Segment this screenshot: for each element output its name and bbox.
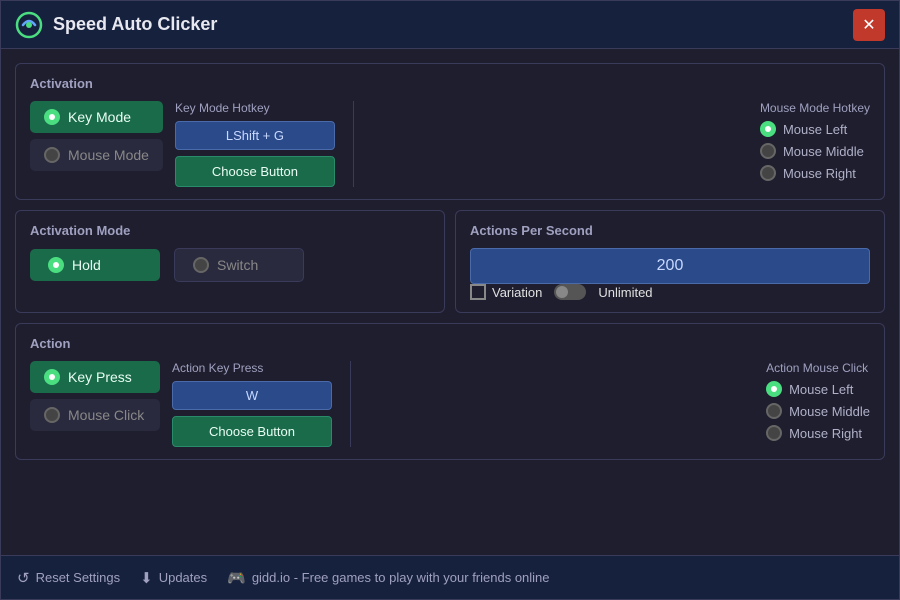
action-key-input[interactable]: W: [172, 381, 332, 410]
unlimited-toggle[interactable]: [554, 284, 586, 300]
app-window: Speed Auto Clicker ✕ Activation Key Mode…: [0, 0, 900, 600]
mouse-middle-radio: [760, 143, 776, 159]
action-mouse-right-option[interactable]: Mouse Right: [766, 425, 870, 441]
key-press-button[interactable]: Key Press: [30, 361, 160, 393]
switch-button[interactable]: Switch: [174, 248, 304, 282]
activation-row: Key Mode Mouse Mode Key Mode Hotkey LShi…: [30, 101, 870, 187]
window-title: Speed Auto Clicker: [53, 14, 853, 35]
mouse-click-button[interactable]: Mouse Click: [30, 399, 160, 431]
aps-input[interactable]: 200: [470, 248, 870, 284]
divider: [353, 101, 354, 187]
key-mode-hotkey-input[interactable]: LShift + G: [175, 121, 335, 150]
app-icon: [15, 11, 43, 39]
hold-radio: [48, 257, 64, 273]
key-press-radio: [44, 369, 60, 385]
action-mouse-middle-option[interactable]: Mouse Middle: [766, 403, 870, 419]
mouse-middle-option[interactable]: Mouse Middle: [760, 143, 870, 159]
mouse-mode-button[interactable]: Mouse Mode: [30, 139, 163, 171]
activation-section: Activation Key Mode Mouse Mode Key Mode …: [15, 63, 885, 200]
hold-button[interactable]: Hold: [30, 249, 160, 281]
action-row: Key Press Mouse Click Action Key Press W…: [30, 361, 870, 447]
mouse-mode-hotkey-section: Mouse Mode Hotkey Mouse Left Mouse Middl…: [760, 101, 870, 181]
footer: ↺ Reset Settings ⬇ Updates 🎮 gidd.io - F…: [1, 555, 899, 599]
variation-checkbox[interactable]: [470, 284, 486, 300]
activation-modes: Key Mode Mouse Mode: [30, 101, 163, 171]
reset-icon: ↺: [17, 569, 30, 587]
key-mode-choose-button[interactable]: Choose Button: [175, 156, 335, 187]
variation-checkbox-wrap[interactable]: Variation: [470, 284, 542, 300]
activation-mode-section: Activation Mode Hold Switch: [15, 210, 445, 313]
activation-title: Activation: [30, 76, 870, 91]
gidd-link[interactable]: 🎮 gidd.io - Free games to play with your…: [227, 569, 549, 587]
mouse-left-radio: [760, 121, 776, 137]
mouse-left-option[interactable]: Mouse Left: [760, 121, 870, 137]
key-mode-radio: [44, 109, 60, 125]
close-button[interactable]: ✕: [853, 9, 885, 41]
aps-options: Variation Unlimited: [470, 284, 870, 300]
key-mode-button[interactable]: Key Mode: [30, 101, 163, 133]
updates-icon: ⬇: [140, 569, 153, 587]
action-mouse-left-option[interactable]: Mouse Left: [766, 381, 870, 397]
divider2: [350, 361, 351, 447]
aps-section: Actions Per Second 200 Variation Unlimit…: [455, 210, 885, 313]
activation-mode-title: Activation Mode: [30, 223, 430, 238]
action-mouse-middle-radio: [766, 403, 782, 419]
action-section: Action Key Press Mouse Click Action Key …: [15, 323, 885, 460]
mouse-right-option[interactable]: Mouse Right: [760, 165, 870, 181]
switch-radio: [193, 257, 209, 273]
action-mouse-click-section: Action Mouse Click Mouse Left Mouse Midd…: [766, 361, 870, 441]
act-mode-row: Hold Switch: [30, 248, 430, 282]
updates-button[interactable]: ⬇ Updates: [140, 569, 207, 587]
titlebar: Speed Auto Clicker ✕: [1, 1, 899, 49]
action-modes: Key Press Mouse Click: [30, 361, 160, 431]
action-mouse-left-radio: [766, 381, 782, 397]
reset-settings-button[interactable]: ↺ Reset Settings: [17, 569, 120, 587]
action-key-press-section: Action Key Press W Choose Button: [172, 361, 332, 447]
mouse-right-radio: [760, 165, 776, 181]
main-content: Activation Key Mode Mouse Mode Key Mode …: [1, 49, 899, 555]
gidd-icon: 🎮: [227, 569, 246, 587]
mouse-mode-radio: [44, 147, 60, 163]
aps-title: Actions Per Second: [470, 223, 870, 238]
mouse-click-radio: [44, 407, 60, 423]
middle-row: Activation Mode Hold Switch Actions Per …: [15, 210, 885, 313]
action-choose-button[interactable]: Choose Button: [172, 416, 332, 447]
action-mouse-right-radio: [766, 425, 782, 441]
action-title: Action: [30, 336, 870, 351]
key-mode-hotkey-section: Key Mode Hotkey LShift + G Choose Button: [175, 101, 335, 187]
